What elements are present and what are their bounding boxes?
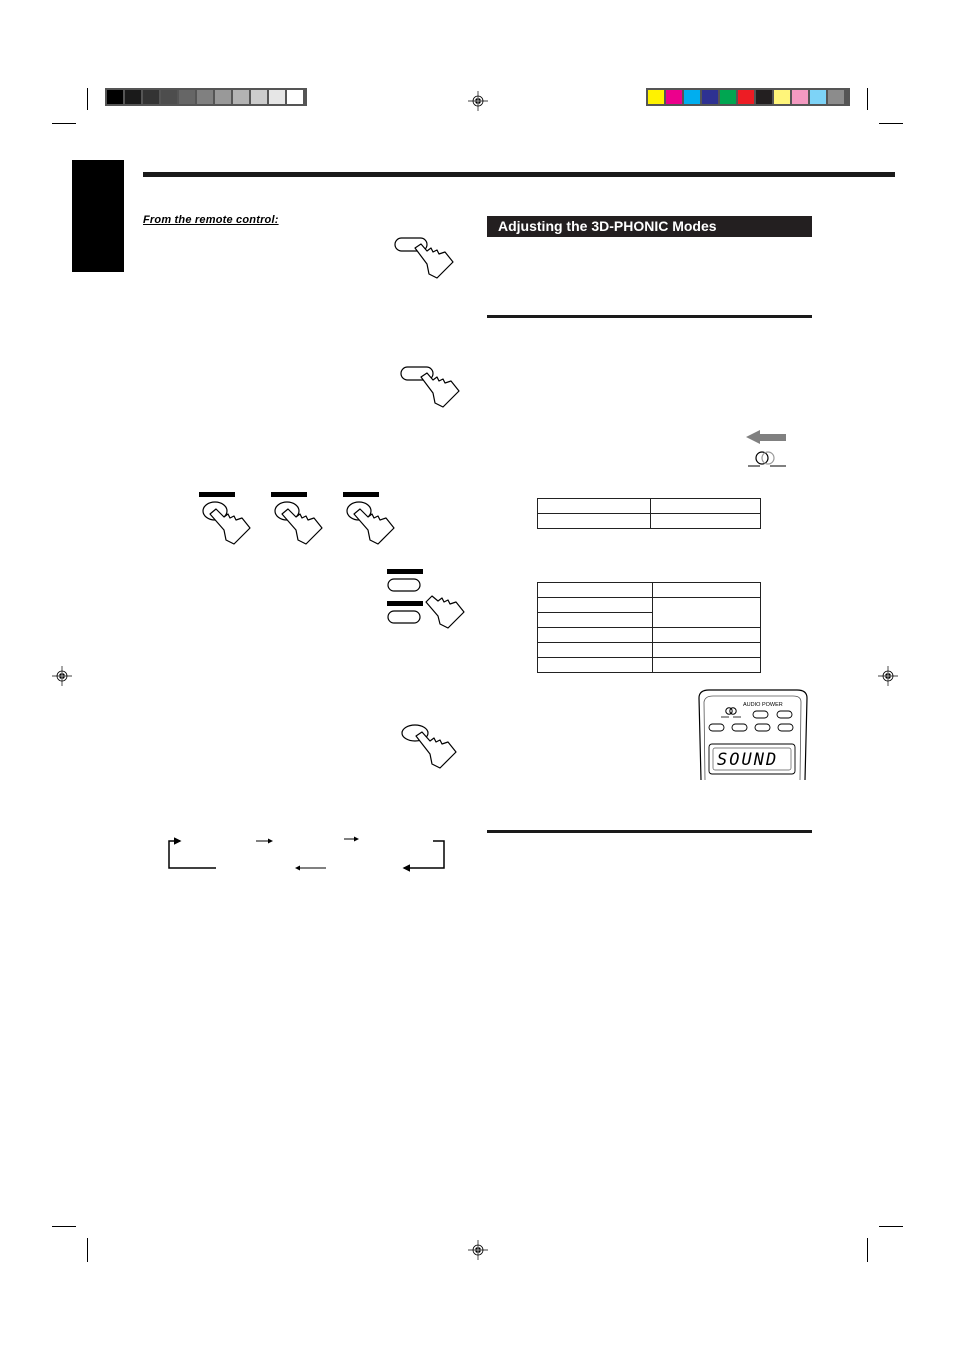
hand-press-button-icon — [199, 492, 251, 545]
settings-table-1 — [537, 498, 761, 529]
color-swatch — [233, 90, 249, 104]
hand-press-button-icon — [271, 492, 323, 545]
remote-control-illustration: AUDIO POWER SOUND — [697, 688, 809, 780]
registration-mark-icon — [468, 91, 488, 111]
color-swatch — [666, 90, 682, 104]
color-swatch — [125, 90, 141, 104]
section-title-bar: Adjusting the 3D-PHONIC Modes — [487, 216, 812, 237]
hand-press-button-icon — [394, 237, 454, 279]
color-swatch — [774, 90, 790, 104]
crop-mark — [867, 1238, 868, 1262]
registration-mark-icon — [878, 666, 898, 686]
color-swatch — [756, 90, 772, 104]
grayscale-calibration-bar — [105, 88, 307, 106]
hand-press-two-buttons-icon — [387, 569, 465, 629]
table-row — [537, 513, 761, 529]
hand-press-button-icon — [343, 492, 395, 545]
lcd-display-text: SOUND — [717, 750, 779, 770]
color-swatch — [107, 90, 123, 104]
table-row — [537, 582, 761, 598]
color-swatch — [648, 90, 664, 104]
color-swatch — [161, 90, 177, 104]
registration-mark-icon — [468, 1240, 488, 1260]
language-side-tab — [72, 160, 124, 272]
table-row — [537, 657, 761, 673]
color-calibration-bar — [646, 88, 850, 106]
table-row — [537, 627, 761, 643]
crop-mark — [867, 88, 868, 110]
color-swatch — [792, 90, 808, 104]
color-swatch — [810, 90, 826, 104]
header-rule — [143, 172, 895, 177]
color-swatch — [143, 90, 159, 104]
audio-power-label: AUDIO POWER — [743, 702, 783, 708]
table-row — [537, 498, 761, 514]
crop-mark — [879, 123, 903, 124]
color-swatch — [215, 90, 231, 104]
color-swatch — [197, 90, 213, 104]
crop-mark — [87, 88, 88, 110]
section-rule — [487, 315, 812, 318]
hand-press-button-icon — [401, 724, 457, 769]
color-swatch — [720, 90, 736, 104]
color-swatch — [702, 90, 718, 104]
remote-control-subheading: From the remote control: — [143, 214, 279, 226]
crop-mark — [52, 123, 76, 124]
crop-mark — [87, 1238, 88, 1262]
table-row — [537, 597, 761, 628]
hand-press-button-icon — [400, 366, 460, 408]
table-row — [537, 642, 761, 658]
registration-mark-icon — [52, 666, 72, 686]
color-swatch — [179, 90, 195, 104]
color-swatch — [684, 90, 700, 104]
color-swatch — [287, 90, 303, 104]
crop-mark — [879, 1226, 903, 1227]
settings-table-2 — [537, 582, 761, 673]
section-rule — [487, 830, 812, 833]
knob-direction-arrow-icon — [746, 430, 786, 467]
color-swatch — [251, 90, 267, 104]
color-swatch — [269, 90, 285, 104]
mode-cycle-diagram — [168, 836, 445, 872]
crop-mark — [52, 1226, 76, 1227]
color-swatch — [738, 90, 754, 104]
color-swatch — [828, 90, 844, 104]
